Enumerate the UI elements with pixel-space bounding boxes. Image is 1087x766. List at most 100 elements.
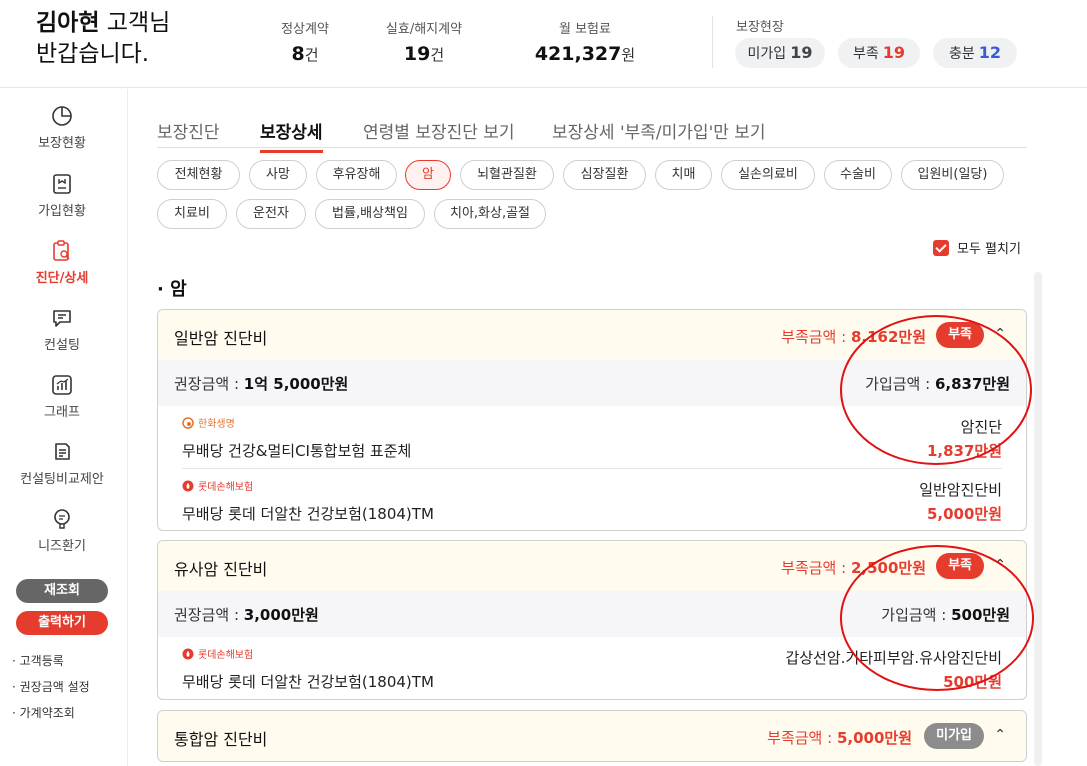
coverage-card-general-cancer: 일반암 진단비 부족금액 : 8,162만원 부족 ⌃ 권장금액 : 1억 5,… (157, 309, 1027, 531)
card-header[interactable]: 통합암 진단비 부족금액 : 5,000만원 미가입 ⌃ (158, 711, 1026, 761)
product-row: 롯데손해보험 무배당 롯데 더알찬 건강보험(1804)TM 일반암진단비 5,… (182, 468, 1002, 530)
product-amount: 5,000만원 (926, 505, 1002, 523)
stat-monthly-premium: 월 보험료 421,327원 (530, 18, 640, 65)
chip-death[interactable]: 사망 (249, 160, 307, 190)
shortfall-amount: 부족금액 : 5,000만원 (767, 729, 912, 747)
stat-label: 정상계약 (281, 22, 329, 37)
product-amount: 1,837만원 (926, 442, 1002, 460)
coverage-name: 유사암 진단비 (174, 560, 268, 579)
tab-coverage-detail[interactable]: 보장상세 (260, 118, 323, 153)
pie-chart-icon (52, 106, 72, 126)
coverage-status-title: 보장현장 (736, 20, 784, 35)
card-header[interactable]: 일반암 진단비 부족금액 : 8,162만원 부족 ⌃ (158, 310, 1026, 360)
customer-register-link[interactable]: · 고객등록 (12, 652, 64, 669)
coverage-pill-sufficient[interactable]: 충분 12 (933, 38, 1017, 68)
pill-label: 충분 (948, 46, 975, 62)
stat-unit: 원 (621, 46, 636, 64)
tab-coverage-diagnosis[interactable]: 보장진단 (157, 118, 220, 143)
chevron-up-icon[interactable]: ⌃ (994, 326, 1006, 342)
product-coverage: 일반암진단비 (919, 481, 1002, 499)
scrollbar[interactable] (1034, 272, 1042, 766)
sidebar-item-label: 보장현황 (38, 136, 86, 151)
product-name: 무배당 롯데 더알찬 건강보험(1804)TM (182, 673, 434, 691)
chip-heart[interactable]: 심장질환 (563, 160, 646, 190)
recommended-amount: 권장금액 : 1억 5,000만원 (174, 375, 349, 393)
stat-value: 19 (403, 43, 431, 65)
expand-all-label: 모두 펼치기 (957, 242, 1021, 257)
expand-all-checkbox[interactable]: 모두 펼치기 (933, 238, 1021, 257)
recommended-amount: 권장금액 : 3,000만원 (174, 606, 319, 624)
customer-greeting: 김아현 고객님 반갑습니다. (36, 8, 170, 70)
checkbox-checked-icon (933, 239, 949, 256)
header: 김아현 고객님 반갑습니다. 정상계약 8건 실효/해지계약 19건 월 보험료… (0, 0, 1087, 88)
provisional-contract-lookup-link[interactable]: · 가계약조회 (12, 704, 75, 721)
coverage-name: 통합암 진단비 (174, 730, 268, 749)
chip-medical-expense[interactable]: 실손의료비 (721, 160, 815, 190)
refresh-button[interactable]: 재조회 (16, 579, 108, 603)
sidebar-item-label: 컨설팅비교제안 (20, 472, 104, 487)
chip-treatment[interactable]: 치료비 (157, 199, 227, 229)
shortfall-amount: 부족금액 : 2,500만원 (781, 559, 926, 577)
sidebar-item-consulting[interactable]: 컨설팅 (0, 306, 124, 353)
joined-amount: 가입금액 : 6,837만원 (865, 375, 1010, 393)
stat-lapsed-contracts: 실효/해지계약 19건 (374, 18, 474, 65)
joined-amount: 가입금액 : 500만원 (881, 606, 1010, 624)
card-header[interactable]: 유사암 진단비 부족금액 : 2,500만원 부족 ⌃ (158, 541, 1026, 591)
pill-count: 19 (882, 43, 906, 62)
stat-label: 실효/해지계약 (385, 22, 463, 37)
product-row: 롯데손해보험 무배당 롯데 더알찬 건강보험(1804)TM 갑상선암.기타피부… (182, 637, 1002, 699)
product-row: 한화생명 무배당 건강&멀티CI통합보험 표준체 암진단 1,837만원 (182, 406, 1002, 468)
product-name: 무배당 건강&멀티CI통합보험 표준체 (182, 442, 412, 460)
sidebar-item-coverage-status[interactable]: 보장현황 (0, 104, 124, 151)
sidebar-item-label: 진단/상세 (35, 271, 89, 286)
chip-surgery[interactable]: 수술비 (824, 160, 892, 190)
sidebar-item-label: 컨설팅 (44, 338, 80, 353)
status-badge: 미가입 (924, 723, 984, 749)
stat-value: 421,327 (534, 43, 622, 65)
graph-icon (52, 375, 72, 395)
product-amount: 500만원 (943, 673, 1002, 691)
print-button[interactable]: 출력하기 (16, 611, 108, 635)
stat-active-contracts: 정상계약 8건 (270, 18, 340, 65)
chevron-up-icon[interactable]: ⌃ (994, 557, 1006, 573)
monitor-chat-icon (54, 509, 70, 529)
chip-hospitalization[interactable]: 입원비(일당) (901, 160, 1004, 190)
coverage-card-similar-cancer: 유사암 진단비 부족금액 : 2,500만원 부족 ⌃ 권장금액 : 3,000… (157, 540, 1027, 700)
tab-age-diagnosis[interactable]: 연령별 보장진단 보기 (363, 118, 515, 143)
sidebar-item-diagnosis-detail[interactable]: 진단/상세 (0, 239, 124, 286)
sidebar-item-subscription-status[interactable]: 가입현황 (0, 172, 124, 219)
card-summary: 권장금액 : 3,000만원 가입금액 : 500만원 (158, 591, 1026, 637)
chip-all[interactable]: 전체현황 (157, 160, 240, 190)
chip-disability[interactable]: 후유장해 (316, 160, 397, 190)
chip-driver[interactable]: 운전자 (236, 199, 306, 229)
shortfall-amount: 부족금액 : 8,162만원 (781, 328, 926, 346)
status-badge: 부족 (936, 322, 984, 348)
lotte-logo-icon (182, 480, 194, 491)
coverage-name: 일반암 진단비 (174, 329, 268, 348)
chip-legal-liability[interactable]: 법률,배상책임 (315, 199, 425, 229)
section-title: · 암 (157, 279, 187, 300)
sidebar-item-consulting-compare[interactable]: 컨설팅비교제안 (0, 440, 124, 487)
card-summary: 권장금액 : 1억 5,000만원 가입금액 : 6,837만원 (158, 360, 1026, 406)
stat-unit: 건 (304, 46, 319, 64)
chevron-up-icon[interactable]: ⌃ (994, 727, 1006, 743)
header-divider (712, 16, 713, 68)
compare-icon (55, 443, 70, 460)
sidebar-item-label: 가입현황 (38, 204, 86, 219)
chip-cancer[interactable]: 암 (405, 160, 451, 190)
tab-short-unjoined-only[interactable]: 보장상세 '부족/미가입'만 보기 (552, 118, 766, 143)
insurer-logo: 한화생명 (182, 415, 235, 430)
hanwha-logo-icon (182, 416, 194, 429)
sidebar-item-needs[interactable]: 니즈환기 (0, 507, 124, 554)
pill-count: 12 (978, 43, 1002, 62)
chip-dental-burn-fracture[interactable]: 치아,화상,골절 (434, 199, 546, 229)
chip-dementia[interactable]: 치매 (655, 160, 712, 190)
lotte-logo-icon (182, 648, 194, 659)
chip-cerebrovascular[interactable]: 뇌혈관질환 (460, 160, 554, 190)
coverage-pill-unjoined[interactable]: 미가입 19 (735, 38, 825, 68)
insurer-logo: 롯데손해보험 (182, 478, 253, 493)
recommended-amount-setting-link[interactable]: · 권장금액 설정 (12, 678, 90, 695)
coverage-pill-short[interactable]: 부족 19 (838, 38, 920, 68)
stat-label: 월 보험료 (559, 22, 611, 37)
sidebar-item-graph[interactable]: 그래프 (0, 373, 124, 420)
